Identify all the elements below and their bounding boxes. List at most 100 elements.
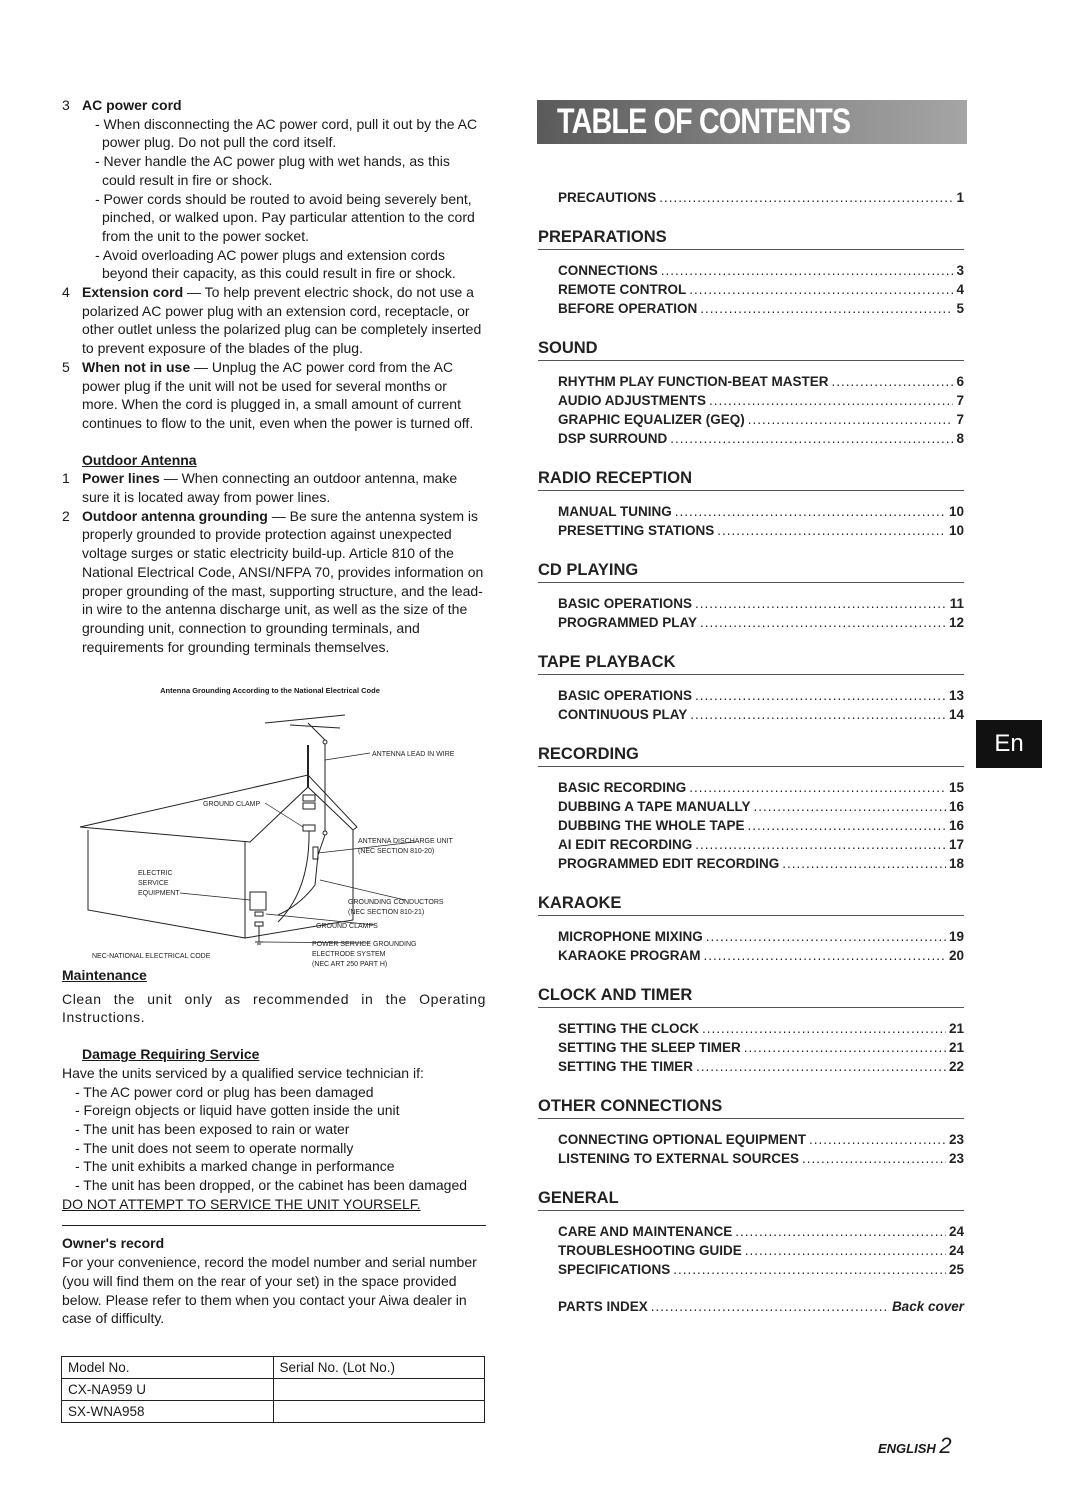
label-ground-clamps: GROUND CLAMPS <box>316 923 378 930</box>
toc-entry[interactable]: PRESETTING STATIONS 10 <box>558 521 964 540</box>
toc-section-heading: RECORDING <box>538 744 964 767</box>
toc-entry[interactable]: PRECAUTIONS 1 <box>558 188 964 207</box>
owners-record-text: For your convenience, record the model n… <box>62 1254 477 1327</box>
bullet-item: - The AC power cord or plug has been dam… <box>75 1083 374 1100</box>
toc-entry[interactable]: CONNECTIONS 3 <box>558 261 964 280</box>
dot-leader <box>709 391 953 410</box>
toc-entry-page: 17 <box>948 837 964 852</box>
toc-entry-page: 25 <box>948 1262 964 1277</box>
toc-section-heading: CLOCK AND TIMER <box>538 985 964 1008</box>
toc-entry[interactable]: SETTING THE CLOCK 21 <box>558 1019 964 1038</box>
toc-entry[interactable]: PARTS INDEX Back cover <box>558 1297 964 1316</box>
toc-entry-label: CONNECTING OPTIONAL EQUIPMENT <box>558 1132 807 1147</box>
toc-entry[interactable]: TROUBLESHOOTING GUIDE 24 <box>558 1241 964 1260</box>
toc-entry[interactable]: PROGRAMMED EDIT RECORDING 18 <box>558 854 964 873</box>
maintenance-heading: Maintenance <box>62 967 147 983</box>
svg-text:(NEC SECTION 810-20): (NEC SECTION 810-20) <box>358 848 434 855</box>
toc-section-heading: CD PLAYING <box>538 560 964 583</box>
toc-entry-page: 8 <box>956 431 964 446</box>
footer-language: ENGLISH <box>878 1441 936 1456</box>
toc-entry[interactable]: MICROPHONE MIXING 19 <box>558 927 964 946</box>
dot-leader <box>700 299 953 318</box>
item-title: Outdoor antenna grounding <box>82 507 268 524</box>
antenna-elements <box>264 714 346 741</box>
toc-entry-label: DSP SURROUND <box>558 431 668 446</box>
extension-cord: 4 Extension cord — To help prevent elect… <box>62 284 482 357</box>
toc-entry[interactable]: BASIC RECORDING 15 <box>558 778 964 797</box>
language-tab: En <box>976 720 1042 768</box>
toc-section-heading: RADIO RECEPTION <box>538 468 964 491</box>
dot-leader <box>748 816 946 835</box>
toc-entry-label: REMOTE CONTROL <box>558 282 687 297</box>
bullet-item: - The unit exhibits a marked change in p… <box>75 1158 395 1175</box>
antenna-item: 1 Power lines — When connecting an outdoo… <box>62 469 486 506</box>
toc-entry[interactable]: AI EDIT RECORDING 17 <box>558 835 964 854</box>
toc-entry[interactable]: GRAPHIC EQUALIZER (GEQ) 7 <box>558 410 964 429</box>
toc-entry[interactable]: BASIC OPERATIONS 13 <box>558 686 964 705</box>
dot-leader <box>745 1241 946 1260</box>
dot-leader <box>735 1222 946 1241</box>
toc-entry[interactable]: SETTING THE SLEEP TIMER 21 <box>558 1038 964 1057</box>
lower-left: Maintenance Clean the unit only as recom… <box>62 967 486 1327</box>
toc-entry-page: 7 <box>956 393 964 408</box>
toc-entry[interactable]: SETTING THE TIMER 22 <box>558 1057 964 1076</box>
ac-power-cord: 3 AC power cord - When disconnecting the… <box>62 96 486 283</box>
toc-entry[interactable]: AUDIO ADJUSTMENTS 7 <box>558 391 964 410</box>
outdoor-antenna-heading: Outdoor Antenna <box>82 451 197 468</box>
serial-field-1[interactable] <box>272 1378 485 1401</box>
dot-leader <box>670 429 953 448</box>
toc-entry-label: PRESETTING STATIONS <box>558 523 715 538</box>
toc-entry[interactable]: DUBBING THE WHOLE TAPE 16 <box>558 816 964 835</box>
footer: ENGLISH 2 <box>878 1433 952 1459</box>
svg-text:ELECTRODE SYSTEM: ELECTRODE SYSTEM <box>312 951 386 958</box>
dot-leader <box>661 261 954 280</box>
toc-entry-page: 24 <box>948 1243 964 1258</box>
toc-entry-label: DUBBING THE WHOLE TAPE <box>558 818 745 833</box>
grounding-conductor <box>277 830 310 923</box>
toc-entry[interactable]: CONTINUOUS PLAY 14 <box>558 705 964 724</box>
item-number: 1 <box>62 470 70 487</box>
toc-entry-label: BEFORE OPERATION <box>558 301 698 316</box>
serial-field-2[interactable] <box>272 1400 485 1423</box>
toc-entry-page: 7 <box>956 412 964 427</box>
toc-entry[interactable]: PROGRAMMED PLAY 12 <box>558 613 964 632</box>
toc-entry[interactable]: BASIC OPERATIONS 11 <box>558 594 964 613</box>
bullet-item: - The unit has been exposed to rain or w… <box>75 1120 350 1137</box>
label-power-service: POWER SERVICE GROUNDING <box>312 941 417 948</box>
toc-entry-page: 12 <box>948 615 964 630</box>
toc-entry[interactable]: KARAOKE PROGRAM 20 <box>558 946 964 965</box>
toc-entry[interactable]: REMOTE CONTROL 4 <box>558 280 964 299</box>
toc-entry-page: 21 <box>948 1021 964 1036</box>
toc-entry[interactable]: RHYTHM PLAY FUNCTION-BEAT MASTER 6 <box>558 372 964 391</box>
dot-leader <box>651 1297 889 1316</box>
toc-entry-page: 18 <box>948 856 964 871</box>
item-text: — Be sure the antenna system is properly… <box>82 507 484 655</box>
toc-section-heading: KARAOKE <box>538 893 964 916</box>
toc-entry[interactable]: BEFORE OPERATION 5 <box>558 299 964 318</box>
toc-entry-label: RHYTHM PLAY FUNCTION-BEAT MASTER <box>558 374 829 389</box>
toc-entry-page: 5 <box>956 301 964 316</box>
bullet-item: - Avoid overloading AC power plugs and e… <box>95 246 456 282</box>
svg-text:EQUIPMENT: EQUIPMENT <box>138 890 180 897</box>
toc-entry-label: DUBBING A TAPE MANUALLY <box>558 799 751 814</box>
toc-entry-label: PROGRAMMED PLAY <box>558 615 698 630</box>
toc-entry[interactable]: LISTENING TO EXTERNAL SOURCES 23 <box>558 1149 964 1168</box>
dot-leader <box>802 1149 946 1168</box>
toc-entry-page: 23 <box>948 1151 964 1166</box>
toc-entry[interactable]: SPECIFICATIONS 25 <box>558 1260 964 1279</box>
dot-leader <box>659 188 953 207</box>
toc-entry-label: AI EDIT RECORDING <box>558 837 693 852</box>
toc-entry[interactable]: DSP SURROUND 8 <box>558 429 964 448</box>
item-number: 2 <box>62 507 70 524</box>
toc-entry[interactable]: MANUAL TUNING 10 <box>558 502 964 521</box>
toc-entry-label: CONNECTIONS <box>558 263 658 278</box>
toc-entry-label: PARTS INDEX <box>558 1299 648 1314</box>
dot-leader <box>696 1057 946 1076</box>
toc-entry[interactable]: CARE AND MAINTENANCE 24 <box>558 1222 964 1241</box>
toc-entry-page: 15 <box>948 780 964 795</box>
toc-entry-page: 1 <box>956 190 964 205</box>
toc-entry[interactable]: CONNECTING OPTIONAL EQUIPMENT 23 <box>558 1130 964 1149</box>
toc-entry[interactable]: DUBBING A TAPE MANUALLY 16 <box>558 797 964 816</box>
toc-entry-page: 16 <box>948 799 964 814</box>
toc-title: TABLE OF CONTENTS <box>557 102 851 141</box>
